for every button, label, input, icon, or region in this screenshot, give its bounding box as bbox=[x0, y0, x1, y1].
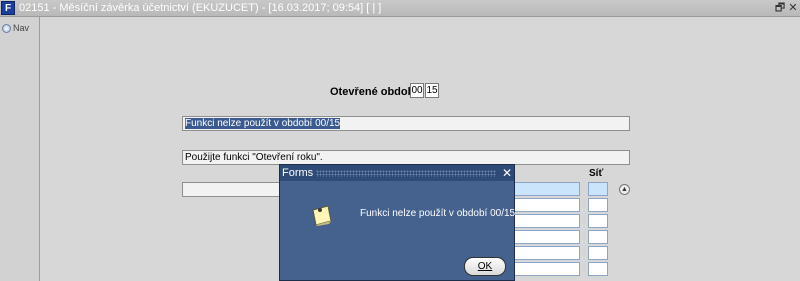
dialog-drag-grip[interactable] bbox=[316, 170, 496, 177]
nav-label: Nav bbox=[13, 23, 30, 33]
grid-cell-sit[interactable] bbox=[588, 262, 608, 276]
close-window-icon[interactable]: ✕ bbox=[787, 2, 799, 14]
ok-button-label: OK bbox=[477, 261, 493, 272]
restore-window-icon[interactable]: 🗗 bbox=[774, 2, 786, 14]
selected-message-text: Funkci nelze použít v období 00/15 bbox=[185, 118, 341, 129]
dialog-titlebar[interactable]: Forms ✕ bbox=[280, 165, 514, 181]
hint-message-field[interactable]: Použijte funkci "Otevření roku". bbox=[182, 150, 630, 165]
period-month-field[interactable]: 00 bbox=[410, 83, 424, 98]
open-period-label: Otevřené období bbox=[330, 86, 418, 98]
dialog-message: Funkci nelze použít v období 00/15 bbox=[360, 208, 516, 219]
detail-input-field[interactable] bbox=[182, 182, 282, 197]
oracle-forms-app-icon: F bbox=[1, 1, 15, 15]
nav-icon bbox=[2, 23, 11, 33]
grid-cell[interactable] bbox=[513, 230, 580, 244]
dialog-close-icon[interactable]: ✕ bbox=[501, 166, 513, 180]
grid-cell-sit[interactable] bbox=[588, 198, 608, 212]
dialog-title: Forms bbox=[282, 167, 314, 179]
grid-cell-sit[interactable] bbox=[588, 182, 608, 196]
error-message-field[interactable]: Funkci nelze použít v období 00/15 bbox=[182, 116, 630, 131]
ok-button[interactable]: OK bbox=[464, 257, 506, 276]
window-title: 02151 - Měsíční závěrka účetnictví (EKUZ… bbox=[19, 2, 382, 14]
period-year-field[interactable]: 15 bbox=[425, 83, 439, 98]
scroll-up-icon[interactable]: ▲ bbox=[619, 184, 630, 195]
nav-button[interactable]: Nav bbox=[2, 21, 29, 35]
grid-cell[interactable] bbox=[513, 246, 580, 260]
grid-cell[interactable] bbox=[513, 214, 580, 228]
note-icon bbox=[312, 205, 332, 226]
window-titlebar: F 02151 - Měsíční závěrka účetnictví (EK… bbox=[0, 0, 800, 17]
grid-cell-sit[interactable] bbox=[588, 246, 608, 260]
grid-cell[interactable] bbox=[513, 262, 580, 276]
grid-cell-sit[interactable] bbox=[588, 214, 608, 228]
grid-cell-sit[interactable] bbox=[588, 230, 608, 244]
grid-cell[interactable] bbox=[513, 182, 580, 196]
forms-alert-dialog: Forms ✕ Funkci nelze použít v období 00/… bbox=[279, 164, 515, 281]
sidebar: Nav bbox=[0, 17, 40, 281]
column-header-sit: Síť bbox=[589, 168, 604, 179]
grid-cell[interactable] bbox=[513, 198, 580, 212]
